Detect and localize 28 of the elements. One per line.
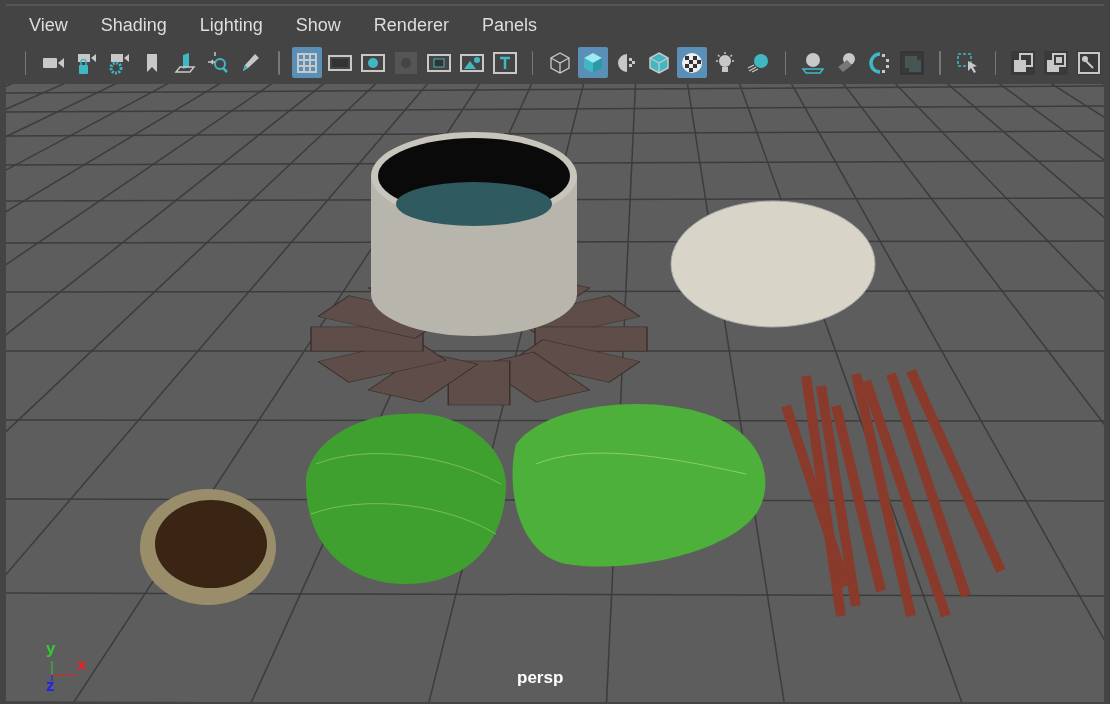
- menu-item[interactable]: View: [18, 15, 79, 37]
- camera-name: persp: [517, 668, 564, 688]
- menu-item[interactable]: Show: [284, 15, 352, 37]
- x-axis-label: x: [77, 654, 87, 675]
- menu-item[interactable]: Shading: [89, 15, 178, 37]
- checker-sphere-icon: [680, 50, 704, 75]
- toolbar-button[interactable]: [578, 47, 608, 79]
- wireframe-cube-icon: [548, 50, 572, 75]
- nested-squares-icon: [1043, 50, 1068, 75]
- text-icon: [492, 50, 517, 75]
- sphere-on-plane-icon: [801, 50, 826, 75]
- toolbar-button[interactable]: [677, 47, 707, 79]
- y-axis-label: y: [46, 638, 56, 659]
- wire-shaded-cube-icon: [647, 50, 671, 75]
- menu-item[interactable]: Lighting: [188, 15, 274, 37]
- menu-item[interactable]: Panels: [470, 15, 548, 37]
- ring-icon: [867, 50, 892, 75]
- menu-item[interactable]: Renderer: [362, 15, 460, 37]
- xray-icon: [1076, 50, 1101, 75]
- axis-gizmo: [51, 660, 77, 682]
- toolbar-button[interactable]: [291, 47, 322, 79]
- stacked-squares-icon: [1010, 50, 1035, 75]
- image-plane-icon: [173, 50, 198, 75]
- dark-squares-icon: [900, 50, 925, 75]
- shaded-cube-icon: [581, 50, 605, 75]
- light-bulb-icon: [713, 50, 737, 75]
- z-axis-label: z: [46, 675, 55, 696]
- grid-icon: [294, 50, 319, 75]
